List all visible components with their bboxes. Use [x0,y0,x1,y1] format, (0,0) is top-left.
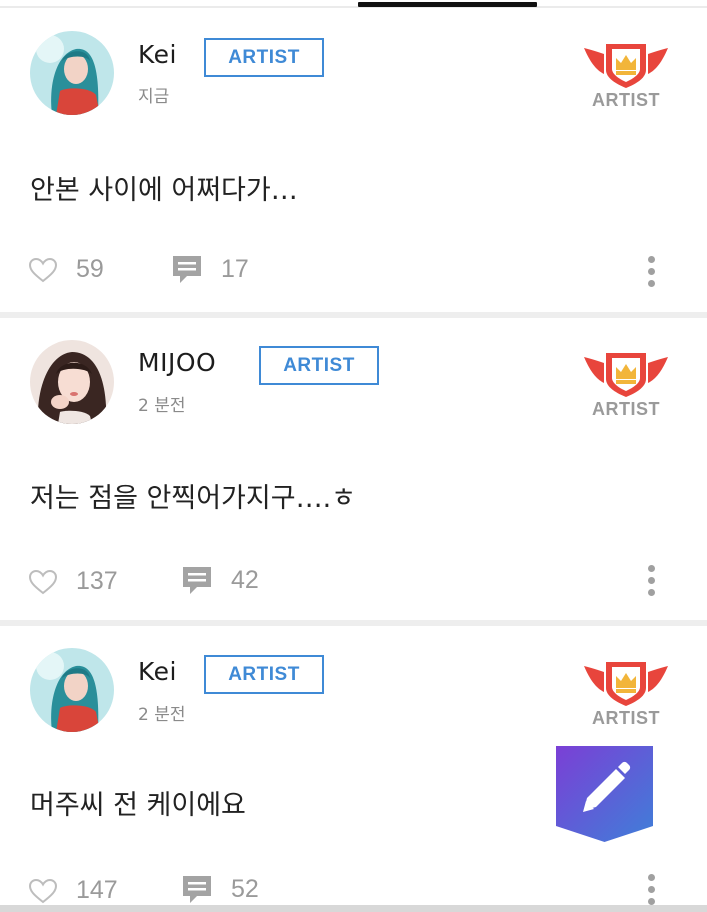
post-text: 저는 점을 안찍어가지구….ㅎ [30,483,356,514]
post-timestamp: 지금 [138,87,170,107]
post-timestamp: 2 분전 [138,396,186,416]
comment-count: 42 [231,565,259,594]
speech-bubble-icon [173,256,201,283]
like-button[interactable]: 147 [28,876,118,905]
artist-emblem: ARTIST [582,40,670,112]
comment-count: 52 [231,874,259,903]
artist-role-badge: ARTIST [204,38,324,77]
kei-avatar-image [30,31,114,115]
speech-bubble-icon [183,567,211,594]
artist-role-badge: ARTIST [204,655,324,694]
like-count: 59 [76,255,104,283]
artist-emblem-label: ARTIST [592,399,660,419]
like-button[interactable]: 59 [28,255,104,284]
bottom-edge [0,905,707,912]
like-count: 137 [76,567,118,595]
username[interactable]: Kei [138,657,177,686]
comment-count: 17 [221,254,249,283]
compose-button[interactable] [556,746,653,842]
winged-crown-shield-icon [584,44,668,88]
username[interactable]: Kei [138,40,177,69]
avatar[interactable] [30,31,114,115]
mijoo-avatar-image [30,340,114,424]
heart-outline-icon [28,569,58,594]
post-card: Kei ARTIST 지금 ARTIST 안본 사이에 어쩌다가… 59 17 [0,10,707,312]
username[interactable]: MIJOO [138,348,216,377]
artist-emblem: ARTIST [582,658,670,730]
heart-outline-icon [28,878,58,903]
top-tab-strip [0,0,707,8]
avatar[interactable] [30,340,114,424]
pencil-icon [583,761,631,812]
like-button[interactable]: 137 [28,567,118,596]
comment-button[interactable]: 52 [181,874,259,904]
post-text: 머주씨 전 케이에요 [30,790,246,821]
comment-button[interactable]: 17 [171,254,249,284]
winged-crown-shield-icon [584,353,668,397]
vertical-ellipsis-icon[interactable] [644,256,658,290]
like-count: 147 [76,876,118,904]
artist-emblem-label: ARTIST [592,708,660,728]
artist-emblem-label: ARTIST [592,90,660,110]
kei-avatar-image [30,648,114,732]
post-text: 안본 사이에 어쩌다가… [30,175,298,206]
avatar[interactable] [30,648,114,732]
artist-emblem: ARTIST [582,349,670,421]
winged-crown-shield-icon [584,662,668,706]
artist-role-badge: ARTIST [259,346,379,385]
speech-bubble-icon [183,876,211,903]
active-tab-indicator [358,2,537,7]
comment-button[interactable]: 42 [181,565,259,595]
vertical-ellipsis-icon[interactable] [644,874,658,908]
heart-outline-icon [28,257,58,282]
post-timestamp: 2 분전 [138,705,186,725]
vertical-ellipsis-icon[interactable] [644,565,658,599]
post-card: MIJOO ARTIST 2 분전 ARTIST 저는 점을 안찍어가지구….ㅎ… [0,318,707,620]
